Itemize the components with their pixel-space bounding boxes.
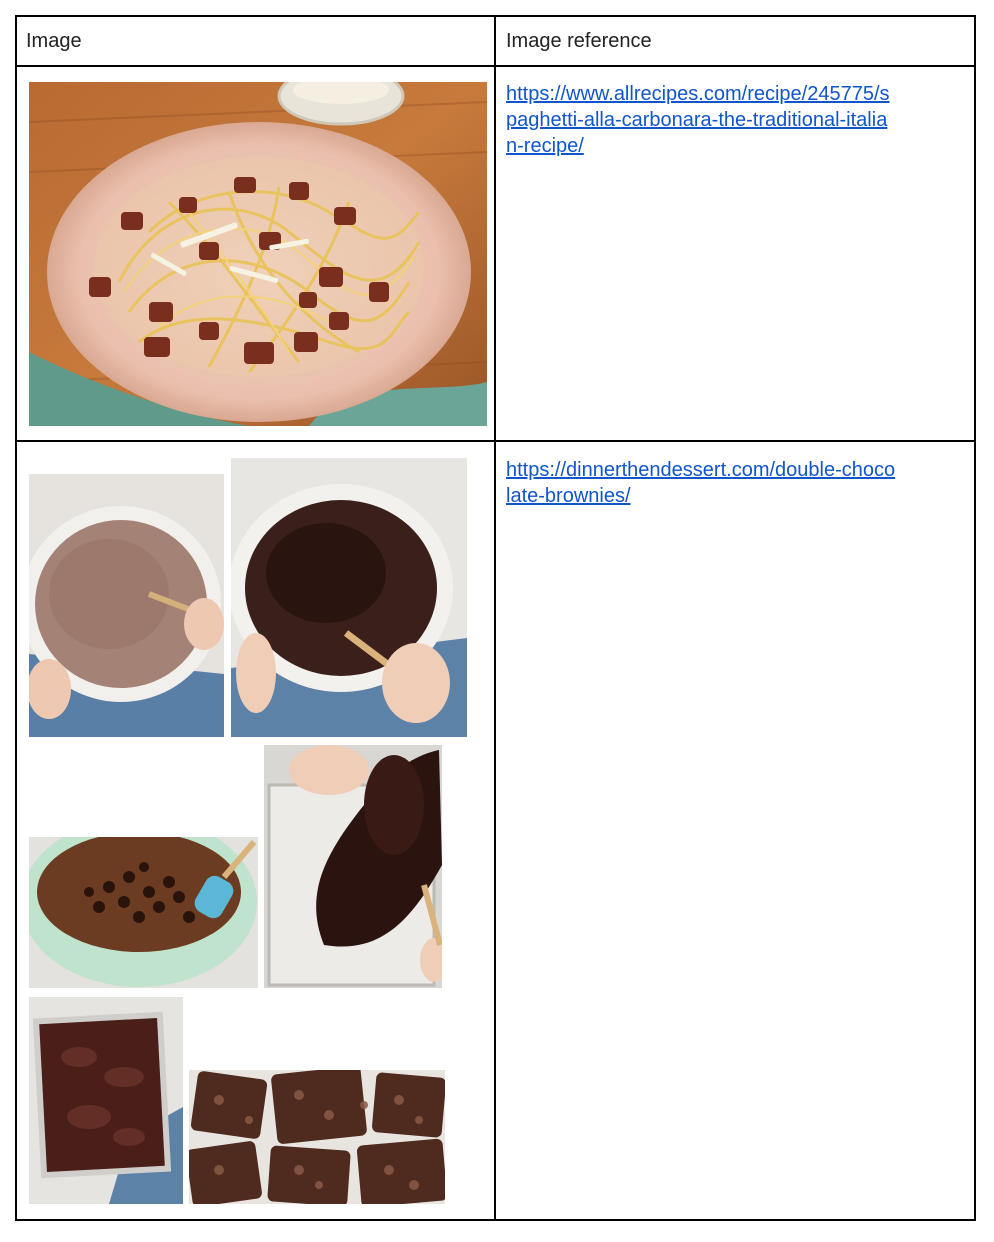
brownie-step-6-photo xyxy=(189,1070,445,1204)
recipe-reference-table: Image Image reference https://www.allrec… xyxy=(15,15,976,1221)
brownies-reference-line-2: late-brownies/ xyxy=(506,485,631,507)
table-border-right xyxy=(974,15,976,1221)
table-row-divider xyxy=(15,440,976,442)
carbonara-reference-line-2: paghetti-alla-carbonara-the-traditional-… xyxy=(506,109,888,131)
header-image: Image xyxy=(26,30,82,52)
carbonara-reference-line-3: n-recipe/ xyxy=(506,135,584,157)
brownie-step-3-photo xyxy=(29,837,258,988)
brownie-step-5-photo xyxy=(29,997,183,1204)
carbonara-reference-link[interactable]: https://www.allrecipes.com/recipe/245775… xyxy=(506,81,966,159)
carbonara-photo xyxy=(29,82,487,426)
header-image-reference: Image reference xyxy=(506,30,652,52)
brownie-step-4-photo xyxy=(264,745,442,988)
brownie-step-1-photo xyxy=(29,474,224,737)
carbonara-reference-line-1: https://www.allrecipes.com/recipe/245775… xyxy=(506,83,890,105)
brownies-reference-link[interactable]: https://dinnerthendessert.com/double-cho… xyxy=(506,457,966,509)
table-column-divider xyxy=(494,15,496,1221)
table-header-divider xyxy=(15,65,976,67)
brownies-reference-line-1: https://dinnerthendessert.com/double-cho… xyxy=(506,459,896,481)
table-border-left xyxy=(15,15,17,1221)
brownie-step-2-photo xyxy=(231,458,467,737)
